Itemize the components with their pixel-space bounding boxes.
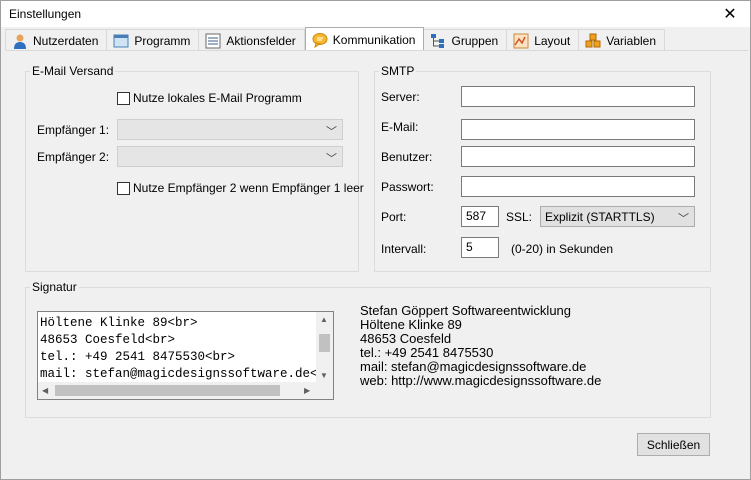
settings-dialog: Einstellungen ✕ Nutzerdaten Programm Akt… xyxy=(0,0,751,480)
tab-strip: Nutzerdaten Programm Aktionsfelder Kommu… xyxy=(5,27,666,51)
checkbox-label: Nutze Empfänger 2 wenn Empfänger 1 leer xyxy=(133,181,364,195)
interval-input[interactable]: 5 xyxy=(461,237,499,258)
scroll-up-icon[interactable]: ▲ xyxy=(320,315,328,324)
preview-line: tel.: +49 2541 8475530 xyxy=(360,345,494,360)
user-icon xyxy=(12,33,28,49)
signature-group-title: Signatur xyxy=(30,280,79,294)
signature-editor[interactable]: Höltene Klinke 89<br> 48653 Coesfeld<br>… xyxy=(37,311,334,400)
smtp-group-title: SMTP xyxy=(379,64,417,78)
password-input[interactable] xyxy=(461,176,695,197)
server-label: Server: xyxy=(381,90,420,104)
tree-icon xyxy=(430,33,446,49)
vertical-scrollbar[interactable]: ▲ ▼ xyxy=(316,312,333,384)
preview-line: mail: stefan@magicdesignssoftware.de xyxy=(360,359,587,374)
preview-line: Stefan Göppert Softwareentwicklung xyxy=(360,303,572,318)
title-bar: Einstellungen ✕ xyxy=(1,1,750,27)
tab-kommunikation[interactable]: Kommunikation xyxy=(304,27,425,51)
scroll-corner xyxy=(316,382,333,399)
recipient1-select[interactable]: ﹀ xyxy=(117,119,343,140)
port-label: Port: xyxy=(381,210,407,224)
use-recipient2-checkbox[interactable]: Nutze Empfänger 2 wenn Empfänger 1 leer xyxy=(117,181,364,195)
interval-hint: (0-20) in Sekunden xyxy=(511,242,614,256)
scroll-right-icon[interactable]: ▶ xyxy=(304,386,310,395)
smtp-email-input[interactable] xyxy=(461,119,695,140)
smtp-email-label: E-Mail: xyxy=(381,120,419,134)
recipient1-label: Empfänger 1: xyxy=(37,123,110,137)
preview-line: 48653 Coesfeld xyxy=(360,331,452,346)
scroll-thumb[interactable] xyxy=(319,334,330,352)
tab-label: Aktionsfelder xyxy=(226,33,296,48)
checkbox-box[interactable] xyxy=(117,91,130,105)
preview-line: Höltene Klinke 89 xyxy=(360,317,462,332)
horizontal-scrollbar[interactable]: ◀ ▶ xyxy=(38,382,318,399)
ssl-value: Explizit (STARTTLS) xyxy=(545,210,655,224)
close-button[interactable]: Schließen xyxy=(637,433,710,456)
tab-aktionsfelder[interactable]: Aktionsfelder xyxy=(199,29,305,51)
recipient2-select[interactable]: ﹀ xyxy=(117,146,343,167)
checkbox-box[interactable] xyxy=(117,181,130,195)
tab-variablen[interactable]: Variablen xyxy=(579,29,666,51)
tab-label: Layout xyxy=(534,33,571,48)
chevron-down-icon: ﹀ xyxy=(678,213,689,225)
interval-label: Intervall: xyxy=(381,242,427,256)
scroll-down-icon[interactable]: ▼ xyxy=(320,371,328,380)
tab-label: Gruppen xyxy=(451,33,499,48)
signature-preview: Stefan Göppert Softwareentwicklung Hölte… xyxy=(360,304,601,388)
tab-label: Nutzerdaten xyxy=(33,33,99,48)
speech-bubble-icon xyxy=(312,32,328,48)
recipient2-label: Empfänger 2: xyxy=(37,150,110,164)
tab-label: Variablen xyxy=(606,33,657,48)
tab-gruppen[interactable]: Gruppen xyxy=(424,29,508,51)
window-title: Einstellungen xyxy=(9,7,82,21)
port-input[interactable]: 587 xyxy=(461,206,499,227)
ssl-select[interactable]: Explizit (STARTTLS) ﹀ xyxy=(540,206,695,227)
user-label: Benutzer: xyxy=(381,150,433,164)
email-group-title: E-Mail Versand xyxy=(30,64,116,78)
chevron-down-icon: ﹀ xyxy=(326,126,337,138)
tab-label: Kommunikation xyxy=(332,32,416,47)
layout-icon xyxy=(513,33,529,49)
scroll-left-icon[interactable]: ◀ xyxy=(42,386,48,395)
tab-programm[interactable]: Programm xyxy=(107,29,200,51)
user-input[interactable] xyxy=(461,146,695,167)
scroll-thumb[interactable] xyxy=(55,385,280,396)
tab-label: Programm xyxy=(134,33,191,48)
window-icon xyxy=(113,33,129,49)
use-local-mail-checkbox[interactable]: Nutze lokales E-Mail Programm xyxy=(117,91,302,105)
signature-source-text[interactable]: Höltene Klinke 89<br> 48653 Coesfeld<br>… xyxy=(40,315,318,383)
tab-layout[interactable]: Layout xyxy=(507,29,580,51)
cubes-icon xyxy=(585,33,601,49)
checkbox-label: Nutze lokales E-Mail Programm xyxy=(133,91,302,105)
tab-nutzerdaten[interactable]: Nutzerdaten xyxy=(5,29,108,51)
ssl-label: SSL: xyxy=(506,210,533,224)
password-label: Passwort: xyxy=(381,180,434,194)
list-icon xyxy=(205,33,221,49)
chevron-down-icon: ﹀ xyxy=(326,153,337,165)
close-window-button[interactable]: ✕ xyxy=(710,1,750,27)
server-input[interactable] xyxy=(461,86,695,107)
preview-line: web: http://www.magicdesignssoftware.de xyxy=(360,373,602,388)
